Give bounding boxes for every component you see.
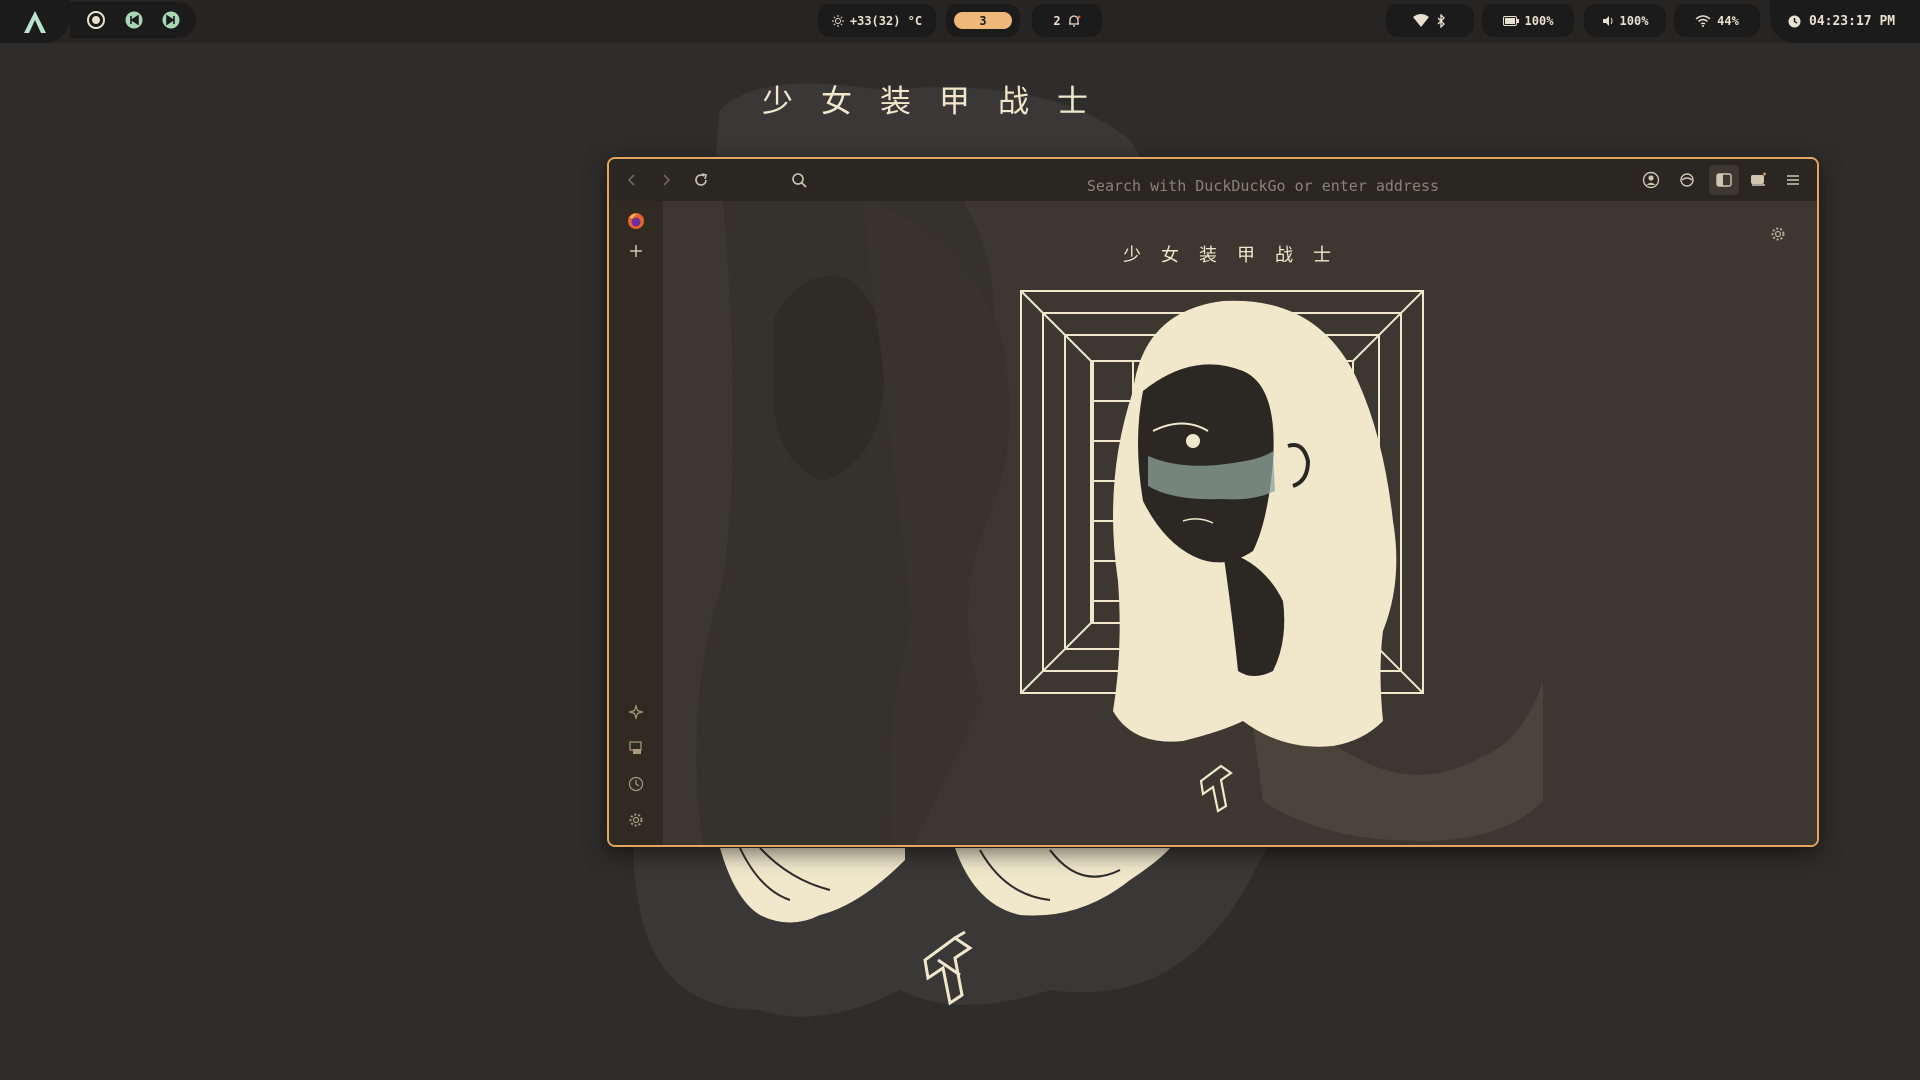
firefox-icon	[628, 213, 644, 229]
ai-chat-button[interactable]	[624, 700, 648, 724]
notifications-widget[interactable]: 2	[1032, 4, 1102, 37]
workspaces-widget[interactable]: 3	[946, 4, 1020, 37]
previous-track-button[interactable]	[125, 11, 143, 29]
battery-label: 100%	[1524, 13, 1554, 28]
wallpaper-title: 少女装甲战士	[762, 84, 1116, 120]
workspace-active[interactable]: 3	[954, 12, 1012, 29]
connectivity-widget[interactable]	[1386, 4, 1474, 37]
sparkle-icon	[628, 704, 644, 720]
battery-icon	[1502, 15, 1519, 26]
weather-label: +33(32) °C	[849, 13, 923, 28]
forward-button[interactable]	[654, 168, 678, 192]
new-tab-button[interactable]	[624, 239, 648, 263]
launcher-button[interactable]	[0, 0, 70, 43]
search-input[interactable]	[976, 172, 1550, 200]
clock-widget[interactable]: 04:23:17 PM	[1770, 0, 1920, 43]
sidebar-icon	[1716, 173, 1732, 187]
browser-window: 少女装甲战士	[607, 157, 1819, 847]
new-tab-title: 少女装甲战士	[1123, 245, 1351, 266]
skip-back-icon	[125, 11, 143, 29]
sidebar-settings-button[interactable]	[624, 808, 648, 832]
hamburger-menu-icon	[1787, 175, 1799, 185]
new-tab-settings-button[interactable]	[1767, 223, 1789, 245]
account-icon	[1642, 171, 1660, 189]
chevron-right-icon	[663, 174, 671, 186]
wifi-icon	[1413, 13, 1429, 27]
record-button[interactable]	[86, 10, 106, 30]
new-tab-page: 少女装甲战士	[663, 201, 1817, 845]
devices-icon	[629, 741, 642, 754]
account-button[interactable]	[1639, 168, 1663, 192]
synced-tabs-button[interactable]	[624, 736, 648, 760]
bluetooth-icon	[1437, 13, 1445, 28]
next-track-button[interactable]	[162, 11, 180, 29]
arch-logo-icon	[24, 10, 46, 33]
media-controls	[70, 2, 196, 38]
gear-icon	[629, 813, 643, 827]
weather-widget[interactable]: +33(32) °C	[818, 4, 936, 37]
address-bar[interactable]	[791, 165, 1550, 200]
wifi-label: 44%	[1717, 13, 1739, 28]
gear-icon	[1771, 227, 1785, 241]
wifi-signal-icon	[1695, 14, 1711, 27]
bell-icon	[1068, 14, 1081, 27]
menu-button[interactable]	[1781, 168, 1805, 192]
chevron-left-icon	[627, 174, 635, 186]
browser-sidebar	[609, 201, 663, 845]
history-clock-icon	[628, 776, 644, 792]
wifi-strength-widget[interactable]: 44%	[1674, 4, 1760, 37]
notification-count: 2	[1053, 13, 1061, 28]
plus-icon	[630, 245, 642, 257]
extensions-icon	[1751, 172, 1766, 186]
volume-widget[interactable]: 100%	[1584, 4, 1666, 37]
skip-forward-icon	[162, 11, 180, 29]
history-button[interactable]	[624, 772, 648, 796]
sidebar-toggle-button[interactable]	[1709, 165, 1739, 195]
new-tab-wallpaper	[663, 201, 1817, 845]
clock-label: 04:23:17 PM	[1809, 14, 1896, 29]
volume-icon	[1602, 15, 1613, 26]
clock-icon	[1788, 15, 1801, 28]
firefox-tab[interactable]	[624, 209, 648, 233]
back-button[interactable]	[620, 168, 644, 192]
reload-button[interactable]	[689, 168, 713, 192]
search-icon	[792, 173, 807, 188]
sync-button[interactable]	[1675, 168, 1699, 192]
record-icon	[86, 11, 105, 29]
reload-icon	[695, 173, 707, 186]
volume-label: 100%	[1619, 13, 1649, 28]
sun-icon	[831, 14, 844, 27]
top-panel: +33(32) °C 3 2 100% 100% 44% 04:23:17 PM	[0, 0, 1920, 43]
extensions-button[interactable]	[1747, 168, 1771, 192]
battery-widget[interactable]: 100%	[1482, 4, 1574, 37]
sync-icon	[1680, 173, 1694, 187]
browser-toolbar	[609, 159, 1817, 201]
